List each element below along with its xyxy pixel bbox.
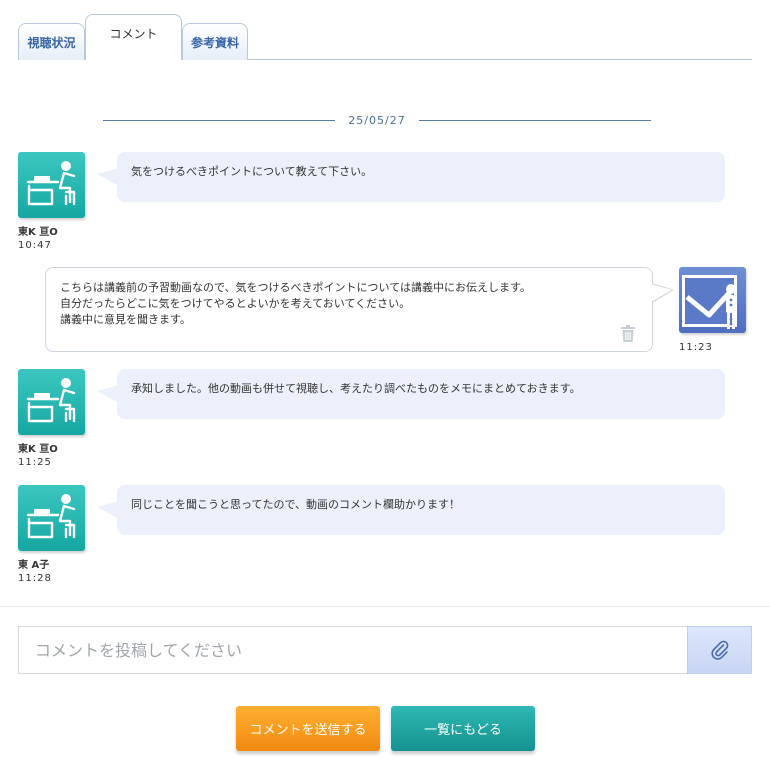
date-separator: 25/05/27 xyxy=(103,112,651,130)
message-bubble: 同じことを聞こうと思ってたので、動画のコメント欄助かります！ xyxy=(97,485,725,535)
message-author: 東K 亘O xyxy=(18,227,58,238)
message-time: 11:23 xyxy=(679,342,713,353)
date-separator-line-right xyxy=(419,120,651,121)
tab-bar: 視聴状況 コメント 参考資料 xyxy=(18,14,752,60)
tab-viewing-status[interactable]: 視聴状況 xyxy=(18,23,85,60)
comment-input[interactable] xyxy=(18,626,688,674)
message-time: 11:25 xyxy=(18,457,52,468)
student-desk-icon xyxy=(18,152,85,218)
trash-icon[interactable] xyxy=(620,325,636,343)
message-text: こちらは講義前の予習動画なので、気をつけるべきポイントについては講義中にお伝えし… xyxy=(60,281,531,294)
message-bubble: 気をつけるべきポイントについて教えて下さい。 xyxy=(97,152,725,202)
message-time: 10:47 xyxy=(18,240,52,251)
tab-reference-materials[interactable]: 参考資料 xyxy=(182,23,248,60)
paperclip-icon xyxy=(710,640,728,660)
message-bubble: 承知しました。他の動画も併せて視聴し、考えたり調べたものをメモにまとめておきます… xyxy=(97,369,725,419)
message-text: 承知しました。他の動画も併せて視聴し、考えたり調べたものをメモにまとめておきます… xyxy=(131,382,581,395)
student-desk-icon xyxy=(18,485,85,551)
message-text: 同じことを聞こうと思ってたので、動画のコメント欄助かります！ xyxy=(131,498,461,511)
message-bubble-own: こちらは講義前の予習動画なので、気をつけるべきポイントについては講義中にお伝えし… xyxy=(45,267,674,352)
message-author: 東K 亘O xyxy=(18,444,58,455)
send-comment-button[interactable]: コメントを送信する xyxy=(236,706,380,751)
message-time: 11:28 xyxy=(18,573,52,584)
divider xyxy=(0,606,770,607)
student-desk-icon xyxy=(18,369,85,435)
back-to-list-button[interactable]: 一覧にもどる xyxy=(391,706,535,751)
message-text: 自分だったらどこに気をつけてやるとよいかを考えておいてください。 xyxy=(60,297,411,310)
message-author: 東 A子 xyxy=(18,560,50,571)
tab-comments[interactable]: コメント xyxy=(85,14,182,60)
attach-file-button[interactable] xyxy=(687,626,752,674)
message-text: 気をつけるべきポイントについて教えて下さい。 xyxy=(131,165,373,178)
teacher-presentation-icon xyxy=(679,267,746,333)
message-text: 講義中に意見を聞きます。 xyxy=(60,313,191,326)
